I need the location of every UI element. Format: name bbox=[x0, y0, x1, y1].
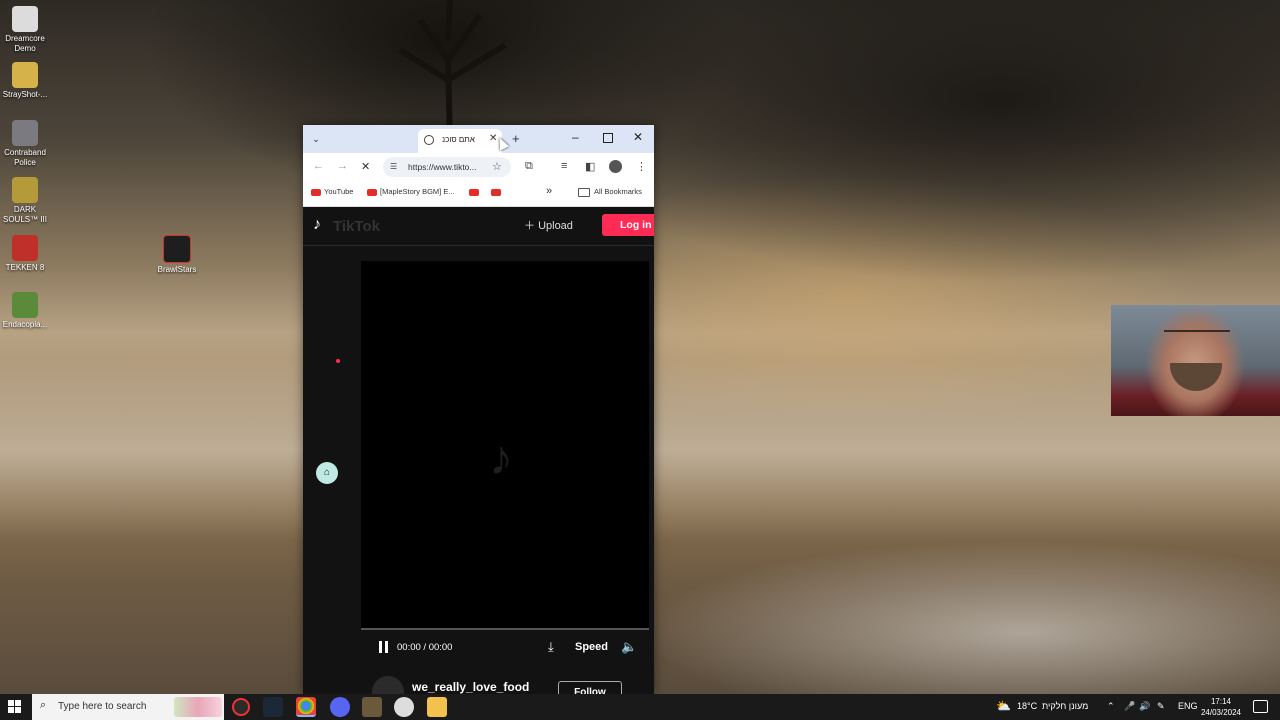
discord-icon[interactable] bbox=[330, 697, 350, 717]
notification-dot bbox=[336, 359, 340, 363]
media-controls-icon[interactable]: ≡ bbox=[561, 160, 567, 172]
search-placeholder: Type here to search bbox=[58, 701, 147, 712]
creator-avatar[interactable] bbox=[372, 676, 404, 694]
tab-search-chevron-icon[interactable]: ⌄ bbox=[309, 132, 323, 146]
follow-button[interactable]: Follow bbox=[558, 681, 622, 694]
desktop-icon-dark-souls[interactable]: DARK SOULS™ III bbox=[0, 177, 52, 225]
side-panel-icon[interactable]: ◧ bbox=[585, 160, 595, 173]
search-icon: ⌕ bbox=[40, 699, 47, 711]
wallpaper-fog bbox=[640, 540, 1280, 694]
login-button[interactable]: Log in bbox=[602, 214, 654, 236]
taskbar: ⌕ Type here to search ⛅ 18°C מעונן חלקית… bbox=[0, 694, 1280, 720]
dark-souls-icon bbox=[12, 177, 38, 203]
speaker-icon[interactable]: 🔊 bbox=[1139, 701, 1150, 712]
auto-scroll-icon[interactable]: ⤓ bbox=[548, 639, 554, 655]
search-highlight-art bbox=[174, 697, 222, 717]
tab-title: אתם סוכנ bbox=[442, 135, 475, 144]
weather-icon[interactable]: ⛅ bbox=[996, 699, 1011, 713]
site-info-icon[interactable]: ☰ bbox=[390, 162, 399, 171]
tiktok-watermark-icon: ♪ bbox=[489, 432, 513, 485]
back-arrow-icon[interactable]: ← bbox=[313, 160, 324, 172]
folder-icon bbox=[578, 187, 590, 197]
browser-window: ⌄ אתם סוכנ ✕ + – ✕ ← → ✕ ☰ https://www.t… bbox=[303, 125, 654, 694]
window-close-icon[interactable]: ✕ bbox=[633, 130, 643, 144]
webcam-overlay bbox=[1111, 305, 1280, 416]
weather-desc[interactable]: מעונן חלקית bbox=[1042, 701, 1088, 711]
weather-temp[interactable]: 18°C bbox=[1017, 701, 1037, 711]
youtube-icon bbox=[469, 188, 479, 196]
upload-button[interactable]: ＋ Upload bbox=[524, 217, 573, 233]
windows-start-icon[interactable] bbox=[8, 700, 22, 714]
tab-strip: ⌄ אתם סוכנ ✕ + – ✕ bbox=[303, 125, 654, 153]
tray-chevron-icon[interactable]: ⌃ bbox=[1107, 701, 1115, 712]
microphone-icon[interactable]: 🎤 bbox=[1124, 701, 1135, 712]
creator-username[interactable]: we_really_love_food bbox=[412, 680, 529, 694]
tekken-icon bbox=[12, 235, 38, 261]
all-bookmarks-button[interactable]: All Bookmarks bbox=[578, 187, 642, 197]
bookmark-youtube[interactable]: YouTube bbox=[311, 187, 353, 196]
kebab-menu-icon[interactable]: ⋮ bbox=[636, 160, 647, 173]
tab-favicon-icon bbox=[424, 135, 434, 145]
url-text: https://www.tikto... bbox=[408, 162, 477, 172]
wallpaper-tree bbox=[398, 0, 507, 140]
steam-icon[interactable] bbox=[263, 697, 283, 717]
bookmark-star-icon[interactable]: ☆ bbox=[492, 160, 502, 173]
notifications-icon[interactable] bbox=[1253, 700, 1268, 713]
youtube-icon bbox=[311, 188, 321, 196]
window-minimize-icon[interactable]: – bbox=[572, 130, 579, 144]
video-controls: 00:00 / 00:00 ⤓ Speed 🔈 bbox=[361, 630, 649, 666]
bookmarks-overflow-chevron-icon[interactable]: » bbox=[546, 185, 552, 197]
bookmarks-bar: YouTube [MapleStory BGM] E... » All Book… bbox=[303, 181, 654, 207]
volume-icon[interactable]: 🔈 bbox=[621, 639, 637, 655]
desktop-icon-dreamcore[interactable]: Dreamcore Demo bbox=[0, 6, 52, 54]
browser-toolbar: ← → ✕ ☰ https://www.tikto... ☆ ⧉ ≡ ◧ ⋮ bbox=[303, 153, 654, 181]
tiktok-header: ♪ TikTok ＋ Upload Log in bbox=[303, 207, 654, 246]
webcam-glasses bbox=[1164, 330, 1230, 346]
app-icon[interactable] bbox=[394, 697, 414, 717]
video-player[interactable]: ♪ bbox=[361, 261, 649, 630]
desktop-icon-brawlstars[interactable]: BrawlStars bbox=[150, 235, 204, 275]
youtube-icon bbox=[367, 188, 377, 196]
strayshot-icon bbox=[12, 62, 38, 88]
lock-icon[interactable]: ⌂ bbox=[316, 462, 338, 484]
browser-tab[interactable]: אתם סוכנ ✕ bbox=[418, 129, 502, 153]
extensions-puzzle-icon[interactable]: ⧉ bbox=[525, 160, 533, 173]
taskbar-search-box[interactable]: ⌕ Type here to search bbox=[32, 694, 224, 720]
taskbar-app-icon[interactable] bbox=[232, 698, 250, 716]
desktop-icon-strayshot[interactable]: StrayShot-... bbox=[0, 62, 52, 100]
clock-date: 24/03/2024 bbox=[1200, 708, 1242, 717]
taskbar-clock[interactable]: 17:14 24/03/2024 bbox=[1194, 696, 1248, 718]
window-maximize-icon[interactable] bbox=[603, 133, 613, 143]
desktop-icon-endacopia[interactable]: Endacopia... bbox=[0, 292, 52, 330]
tiktok-logo-icon[interactable]: ♪ bbox=[313, 216, 321, 234]
file-explorer-icon[interactable] bbox=[427, 697, 447, 717]
pause-icon[interactable] bbox=[379, 641, 389, 653]
forward-arrow-icon[interactable]: → bbox=[337, 160, 348, 172]
youtube-icon bbox=[491, 188, 501, 196]
contraband-police-icon bbox=[12, 120, 38, 146]
desktop-icon-tekken[interactable]: TEKKEN 8 bbox=[0, 235, 52, 273]
bookmark-maplestory[interactable]: [MapleStory BGM] E... bbox=[367, 187, 455, 196]
bookmark-youtube-3[interactable] bbox=[491, 187, 504, 196]
desktop-icon-contraband-police[interactable]: Contraband Police bbox=[0, 120, 52, 168]
chrome-icon[interactable] bbox=[296, 697, 316, 717]
address-bar[interactable]: ☰ https://www.tikto... ☆ bbox=[383, 157, 511, 177]
endacopia-icon bbox=[12, 292, 38, 318]
speed-button[interactable]: Speed bbox=[575, 641, 608, 653]
game-app-icon[interactable] bbox=[362, 697, 382, 717]
pen-icon[interactable]: ✎ bbox=[1157, 701, 1165, 712]
stop-loading-x-icon[interactable]: ✕ bbox=[361, 160, 370, 173]
dreamcore-icon bbox=[12, 6, 38, 32]
tiktok-logo-text[interactable]: TikTok bbox=[333, 218, 380, 235]
profile-avatar-icon[interactable] bbox=[609, 160, 622, 173]
new-tab-plus-icon[interactable]: + bbox=[512, 131, 520, 146]
brawlstars-skull-icon bbox=[163, 235, 191, 263]
clock-time: 17:14 bbox=[1210, 697, 1232, 706]
video-time: 00:00 / 00:00 bbox=[397, 642, 453, 653]
bookmark-youtube-2[interactable] bbox=[469, 187, 482, 196]
